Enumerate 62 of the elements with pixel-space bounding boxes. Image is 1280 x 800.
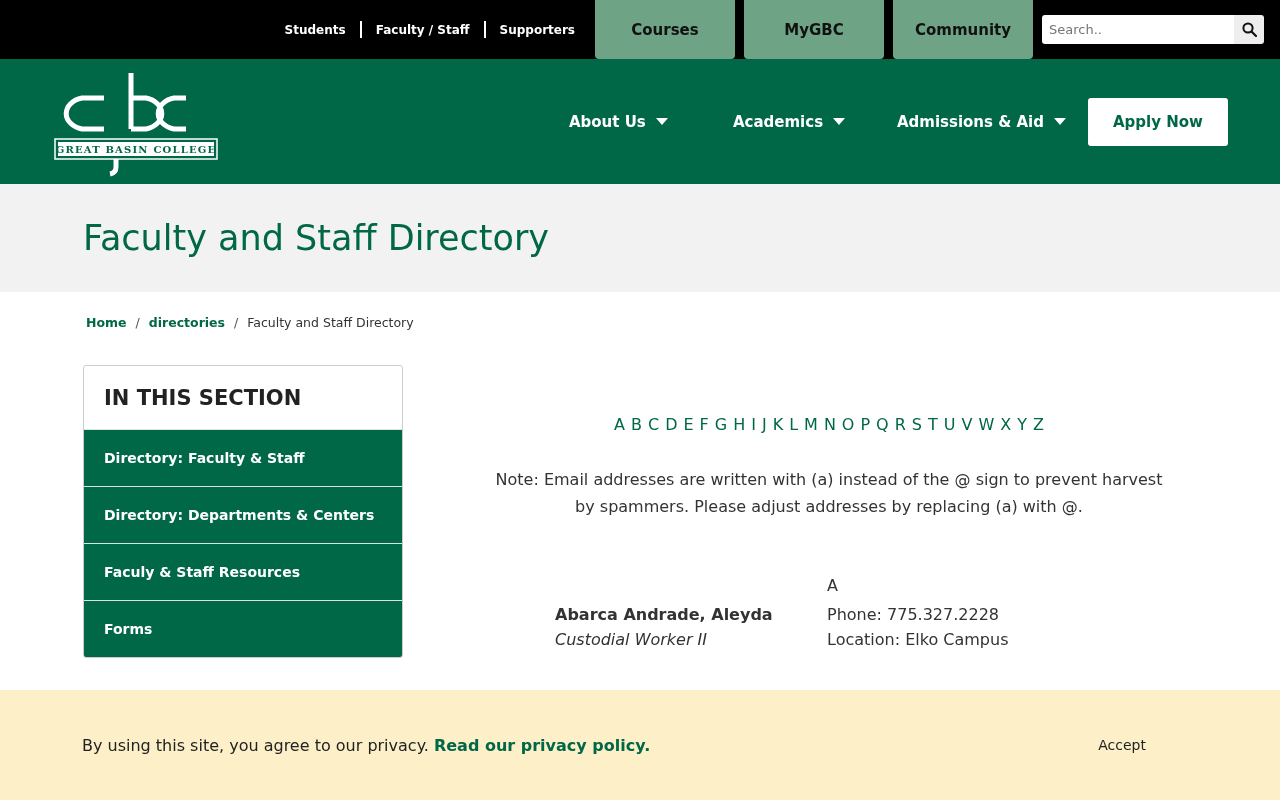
section-nav-item[interactable]: Directory: Faculty & Staff	[84, 429, 402, 486]
letter-link[interactable]: L	[789, 415, 799, 434]
letter-link[interactable]: Q	[876, 415, 889, 434]
email-note: Note: Email addresses are written with (a) instead of the @ sign to prevent harvest by spammers. Please adjust addresses by replacing (a) with @.	[494, 469, 1164, 518]
letter-link[interactable]: A	[614, 415, 625, 434]
person-name: Abarca Andrade, Aleyda	[555, 605, 774, 624]
letter-link[interactable]: Z	[1033, 415, 1044, 434]
letter-link[interactable]: R	[894, 415, 906, 434]
letter-link[interactable]: C	[647, 415, 660, 434]
search-field[interactable]: Search..	[1042, 15, 1234, 44]
letter-link[interactable]: M	[804, 415, 818, 434]
letter-link[interactable]: P	[860, 415, 871, 434]
letter-link[interactable]: V	[961, 415, 973, 434]
letter-link[interactable]: S	[911, 415, 922, 434]
accept-button[interactable]: Accept	[1092, 736, 1152, 754]
breadcrumb-link[interactable]: Home	[86, 314, 127, 330]
section-nav-item[interactable]: Forms	[84, 600, 402, 657]
privacy-policy-link[interactable]: Read our privacy policy.	[433, 735, 651, 755]
letter-link[interactable]: U	[943, 415, 956, 434]
utility-link[interactable]: Students	[270, 22, 360, 37]
quick-link-tab[interactable]: MyGBC	[744, 0, 884, 59]
caret-icon	[1054, 118, 1066, 125]
letter-link[interactable]: Y	[1017, 415, 1027, 434]
letter-link[interactable]: H	[733, 415, 746, 434]
letter-link[interactable]: B	[630, 415, 642, 434]
section-nav-item[interactable]: Directory: Departments & Centers	[84, 486, 402, 543]
nav-menu-item[interactable]: About Us	[568, 112, 715, 131]
letter-link[interactable]: O	[841, 415, 855, 434]
quick-link-tab[interactable]: Courses	[595, 0, 735, 59]
letter-link[interactable]: N	[823, 415, 836, 434]
breadcrumb-current: Faculty and Staff Directory	[247, 314, 414, 330]
letter-link[interactable]: T	[927, 415, 938, 434]
quick-link-tab[interactable]: Community	[893, 0, 1033, 59]
page-title: Faculty and Staff Directory	[83, 218, 549, 258]
search-button[interactable]	[1234, 15, 1264, 44]
phone-text: Phone: 775.327.2228	[827, 605, 1000, 624]
breadcrumb-separator: /	[135, 314, 140, 330]
person-title: Custodial Worker II	[555, 630, 709, 649]
letter-link[interactable]: F	[699, 415, 709, 434]
caret-icon	[833, 118, 846, 125]
letter-link[interactable]: I	[751, 415, 756, 434]
letter-heading: A	[827, 576, 839, 595]
breadcrumb-link[interactable]: directories	[148, 314, 225, 330]
nav-menu-item[interactable]: Academics	[732, 112, 879, 131]
letter-link[interactable]: G	[714, 415, 728, 434]
section-heading: IN THIS SECTION	[103, 384, 303, 412]
letter-link[interactable]: D	[665, 415, 678, 434]
letter-link[interactable]: X	[1000, 415, 1012, 434]
nav-menu-item[interactable]: Admissions & Aid	[896, 112, 1066, 131]
utility-link[interactable]: Supporters	[485, 22, 589, 37]
letter-link[interactable]: E	[683, 415, 694, 434]
apply-now-button[interactable]: Apply Now	[1088, 97, 1228, 146]
caret-icon	[655, 118, 668, 125]
location-text: Location: Elko Campus	[827, 630, 1010, 649]
section-nav-item[interactable]: Faculy & Staff Resources	[84, 543, 402, 600]
breadcrumb-separator: /	[234, 314, 239, 330]
letter-link[interactable]: K	[772, 415, 784, 434]
letter-link[interactable]: J	[761, 415, 767, 434]
utility-link[interactable]: Faculty / Staff	[361, 22, 484, 37]
letter-link[interactable]: W	[978, 415, 995, 434]
search-icon	[1241, 22, 1257, 37]
cookie-text: By using this site, you agree to our privacy.	[82, 735, 429, 755]
